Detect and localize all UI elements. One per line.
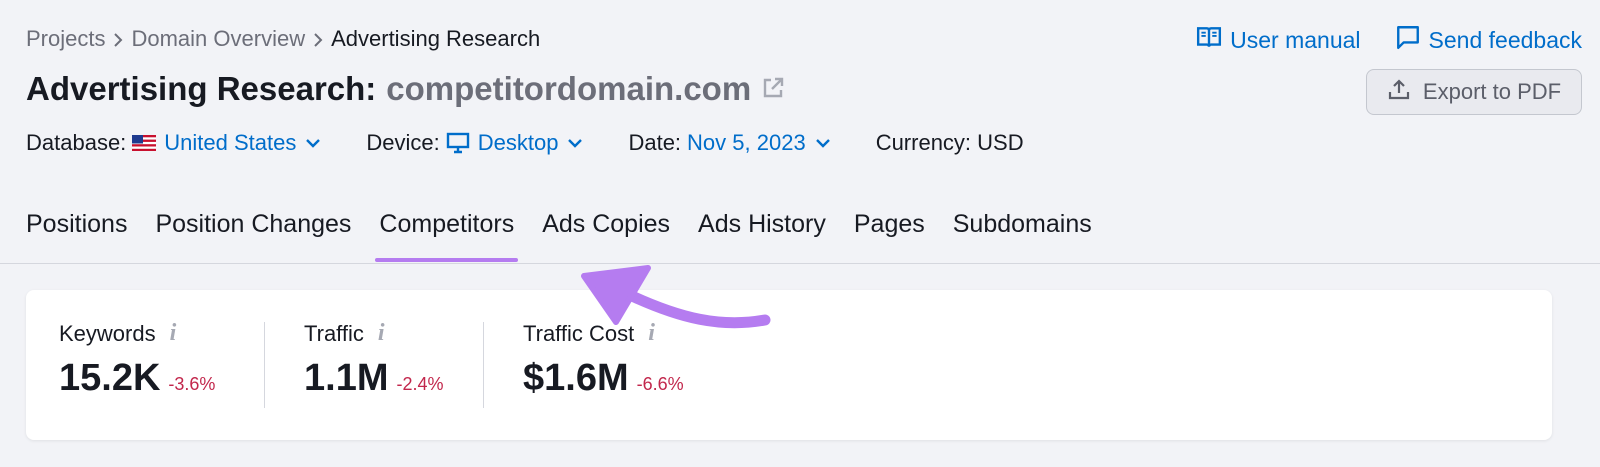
database-filter: Database: United States — [26, 130, 322, 156]
export-pdf-label: Export to PDF — [1422, 79, 1562, 104]
annotation-arrow — [581, 265, 771, 329]
tab-ads-history[interactable]: Ads History — [698, 210, 826, 262]
breadcrumb-domain-overview[interactable]: Domain Overview — [131, 26, 305, 52]
title-domain[interactable]: competitordomain.com — [386, 70, 751, 108]
tab-pages[interactable]: Pages — [854, 210, 925, 262]
currency-filter: Currency: USD — [876, 130, 1024, 156]
chevron-right-icon — [305, 26, 331, 52]
page-title: Advertising Research: competitordomain.c… — [26, 70, 785, 108]
report-tabs: Positions Position Changes Competitors A… — [26, 210, 1120, 262]
user-manual-label: User manual — [1230, 26, 1361, 53]
device-select[interactable]: Desktop — [446, 130, 585, 156]
tab-subdomains[interactable]: Subdomains — [953, 210, 1092, 262]
filters-bar: Database: United States Device: Desktop … — [26, 130, 1068, 156]
date-select[interactable]: Nov 5, 2023 — [687, 130, 832, 156]
chevron-down-icon — [568, 139, 583, 148]
stat-traffic-delta: -2.4% — [396, 374, 444, 394]
stat-divider — [264, 322, 265, 408]
chat-bubble-icon — [1395, 24, 1421, 56]
tab-position-changes[interactable]: Position Changes — [155, 210, 351, 262]
send-feedback-link[interactable]: Send feedback — [1395, 24, 1582, 56]
book-icon — [1196, 24, 1222, 56]
send-feedback-label: Send feedback — [1428, 26, 1582, 53]
title-prefix: Advertising Research: — [26, 70, 377, 107]
stat-divider — [483, 322, 484, 408]
stat-traffic-cost-delta: -6.6% — [636, 374, 684, 394]
breadcrumb: Projects Domain Overview Advertising Res… — [26, 26, 540, 52]
tab-competitors[interactable]: Competitors — [375, 210, 518, 262]
desktop-icon — [446, 132, 469, 154]
stat-traffic-value[interactable]: 1.1M — [304, 357, 388, 400]
tab-ads-copies[interactable]: Ads Copies — [542, 210, 670, 262]
stat-keywords: Keywords i 15.2K -3.6% — [59, 320, 215, 400]
device-value: Desktop — [477, 130, 559, 155]
breadcrumb-projects[interactable]: Projects — [26, 26, 105, 52]
us-flag-icon — [132, 135, 157, 151]
info-icon[interactable]: i — [378, 320, 385, 347]
device-filter: Device: Desktop — [366, 130, 584, 156]
external-link-icon[interactable] — [761, 70, 785, 108]
info-icon[interactable]: i — [170, 320, 177, 347]
stat-keywords-delta: -3.6% — [168, 374, 216, 394]
database-label: Database: — [26, 130, 127, 155]
stat-keywords-label: Keywords — [59, 320, 156, 346]
user-manual-link[interactable]: User manual — [1196, 24, 1361, 56]
stat-keywords-value[interactable]: 15.2K — [59, 357, 160, 400]
tabs-divider — [0, 263, 1600, 264]
chevron-down-icon — [306, 139, 321, 148]
date-value: Nov 5, 2023 — [687, 130, 806, 155]
database-value: United States — [164, 130, 297, 155]
stat-traffic-label: Traffic — [304, 320, 364, 346]
currency-label: Currency: USD — [875, 130, 1024, 155]
top-links: User manual Send feedback — [1196, 24, 1582, 56]
date-label: Date: — [628, 130, 682, 155]
tab-positions[interactable]: Positions — [26, 210, 127, 262]
upload-icon — [1387, 77, 1411, 107]
breadcrumb-current: Advertising Research — [331, 26, 541, 51]
export-pdf-button[interactable]: Export to PDF — [1366, 69, 1582, 115]
chevron-right-icon — [105, 26, 131, 52]
chevron-down-icon — [815, 139, 830, 148]
database-select[interactable]: United States — [132, 130, 322, 156]
device-label: Device: — [366, 130, 440, 155]
stat-traffic: Traffic i 1.1M -2.4% — [304, 320, 444, 400]
date-filter: Date: Nov 5, 2023 — [628, 130, 831, 156]
